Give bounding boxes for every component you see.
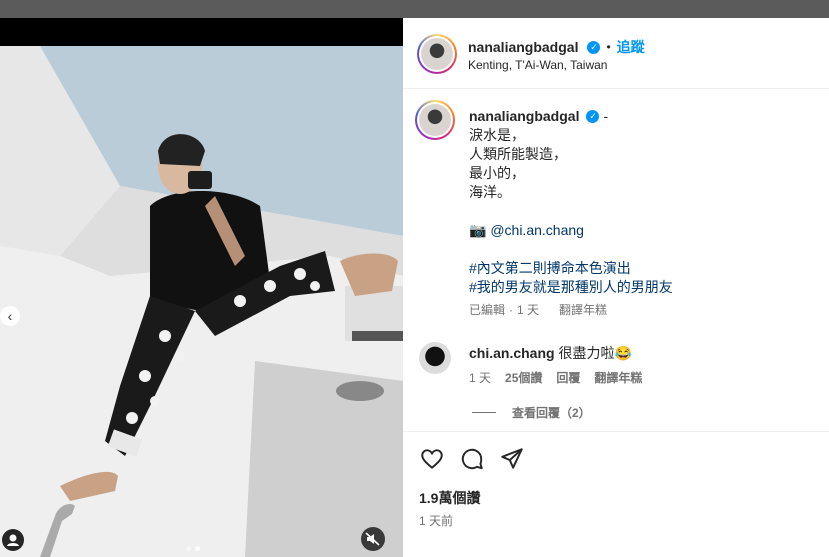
user-icon bbox=[7, 534, 19, 546]
tagged-users-button[interactable] bbox=[2, 529, 24, 551]
camera-emoji-icon: 📷 bbox=[469, 222, 487, 238]
post-photo bbox=[0, 46, 403, 557]
divider-line bbox=[472, 412, 496, 413]
caption-line: 海洋。 bbox=[469, 184, 511, 200]
muted-speaker-icon bbox=[365, 532, 380, 546]
share-paper-plane-icon[interactable] bbox=[499, 446, 525, 472]
author-avatar[interactable] bbox=[417, 34, 457, 74]
verified-badge-icon: ✓ bbox=[586, 110, 600, 123]
caption-username[interactable]: nanaliangbadgal bbox=[469, 107, 579, 126]
hashtag-link[interactable]: #我的男友就是那種別人的男朋友 bbox=[469, 278, 809, 297]
post-header: nanaliangbadgal ✓ • 追蹤 Kenting, T'Ai-Wan… bbox=[403, 18, 829, 89]
comment-time[interactable]: 1 天 bbox=[469, 369, 491, 386]
post-timestamp[interactable]: 1 天前 bbox=[419, 512, 453, 529]
author-username[interactable]: nanaliangbadgal bbox=[468, 39, 578, 55]
commenter-avatar[interactable] bbox=[419, 342, 451, 374]
caption-avatar[interactable] bbox=[415, 100, 455, 140]
carousel-prev-button[interactable]: ‹ bbox=[0, 306, 20, 326]
carousel-indicator bbox=[186, 546, 200, 551]
browser-top-strip bbox=[0, 0, 829, 18]
hashtag-link[interactable]: #內文第二則搏命本色演出 bbox=[469, 259, 809, 278]
carousel-dot-active bbox=[195, 546, 200, 551]
separator-dot: • bbox=[606, 40, 611, 54]
credit-mention-link[interactable]: @chi.an.chang bbox=[490, 222, 584, 238]
verified-badge-icon: ✓ bbox=[587, 40, 601, 54]
like-count[interactable]: 1.9萬個讚 bbox=[419, 488, 480, 508]
like-heart-icon[interactable] bbox=[419, 446, 445, 472]
chevron-left-icon: ‹ bbox=[7, 308, 13, 324]
caption-line: 淚水是， bbox=[469, 127, 525, 143]
post-media[interactable]: ‹ bbox=[0, 18, 403, 557]
caption-suffix: - bbox=[603, 108, 609, 124]
comment-reply-button[interactable]: 回覆 bbox=[556, 369, 580, 386]
caption-line: 最小的， bbox=[469, 165, 525, 181]
comment-translate-button[interactable]: 翻譯年糕 bbox=[594, 369, 642, 386]
view-replies-label: 查看回覆（2） bbox=[512, 406, 591, 420]
comment-likes[interactable]: 25個讚 bbox=[505, 369, 542, 386]
comment-bubble-icon[interactable] bbox=[459, 446, 485, 472]
caption-time[interactable]: 1 天 bbox=[517, 301, 539, 320]
caption-line: 人類所能製造， bbox=[469, 146, 567, 162]
view-replies-button[interactable]: 查看回覆（2） bbox=[472, 404, 591, 421]
follow-button[interactable]: 追蹤 bbox=[617, 37, 645, 57]
commenter-username[interactable]: chi.an.chang bbox=[469, 345, 555, 361]
post-actions: 1.9萬個讚 1 天前 bbox=[403, 431, 829, 557]
edited-label: 已編輯 bbox=[469, 303, 506, 317]
comment-text: 很盡力啦😂 bbox=[558, 345, 632, 361]
post-details-panel: nanaliangbadgal ✓ • 追蹤 Kenting, T'Ai-Wan… bbox=[403, 18, 829, 557]
caption-translate-button[interactable]: 翻譯年糕 bbox=[559, 301, 607, 320]
carousel-dot bbox=[186, 546, 191, 551]
post-caption: nanaliangbadgal ✓ - 淚水是， 人類所能製造， 最小的， 海洋… bbox=[469, 107, 809, 320]
photo-illustration bbox=[0, 46, 403, 557]
mute-button[interactable] bbox=[361, 527, 385, 551]
post-location[interactable]: Kenting, T'Ai-Wan, Taiwan bbox=[468, 58, 607, 72]
